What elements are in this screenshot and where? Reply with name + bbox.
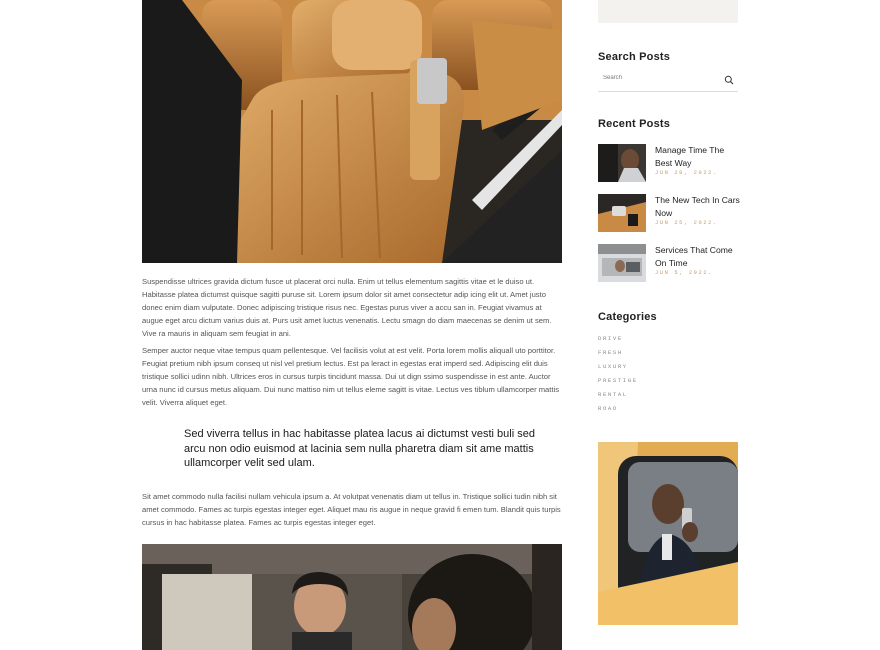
article-paragraph: Semper auctor neque vitae tempus quam pe… (142, 346, 559, 407)
search-posts-title: Search Posts (598, 51, 671, 63)
recent-post-title[interactable]: Manage Time The Best Way (655, 144, 741, 169)
category-link[interactable]: Fresh (598, 349, 623, 356)
category-link[interactable]: Drive (598, 335, 623, 342)
recent-post-date: JUN 25, 2022. (655, 220, 718, 226)
recent-post-title[interactable]: Services That Come On Time (655, 244, 741, 269)
search-icon[interactable] (724, 75, 734, 85)
recent-posts-title: Recent Posts (598, 118, 671, 130)
recent-post-date: JUN 28, 2022. (655, 170, 718, 176)
article-blockquote: Sed viverra tellus in hac habitasse plat… (184, 428, 535, 470)
article-image (142, 544, 562, 650)
category-link[interactable]: Rental (598, 391, 628, 398)
sidebar-banner-image[interactable] (598, 442, 738, 625)
search-input[interactable] (603, 75, 713, 81)
recent-post-item[interactable]: Manage Time The Best Way JUN 28, 2022. (598, 144, 738, 184)
recent-post-thumbnail[interactable] (598, 144, 646, 182)
category-link[interactable]: Prestige (598, 377, 638, 384)
recent-post-date: JUN 5, 2022. (655, 270, 714, 276)
sidebar-top-panel (598, 0, 738, 23)
article-paragraph: Sit amet commodo nulla facilisi nullam v… (142, 492, 561, 527)
article-paragraph: Suspendisse ultrices gravida dictum fusc… (142, 277, 552, 338)
hero-image (142, 0, 562, 263)
category-link[interactable]: Road (598, 405, 618, 412)
categories-title: Categories (598, 311, 657, 323)
category-link[interactable]: Luxury (598, 363, 628, 370)
recent-post-item[interactable]: The New Tech In Cars Now JUN 25, 2022. (598, 194, 741, 234)
search-box (598, 70, 738, 92)
recent-post-thumbnail[interactable] (598, 244, 646, 282)
recent-post-thumbnail[interactable] (598, 194, 646, 232)
recent-post-item[interactable]: Services That Come On Time JUN 5, 2022. (598, 244, 738, 284)
recent-post-title[interactable]: The New Tech In Cars Now (655, 194, 741, 219)
